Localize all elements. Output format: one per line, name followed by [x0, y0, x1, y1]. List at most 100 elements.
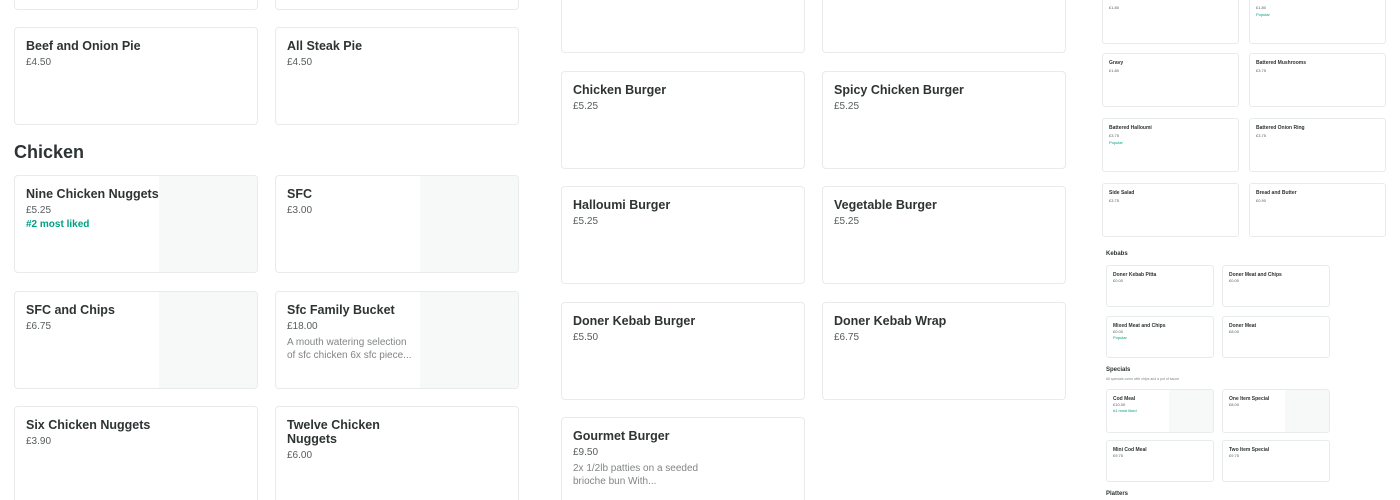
item-price: £3.75	[1256, 133, 1267, 138]
menu-item-cod-meal[interactable]: Cod Meal £10.00 #1 most liked	[1106, 389, 1214, 433]
menu-item-doner-kebab-pitta[interactable]: Doner Kebab Pitta £0.00	[1106, 265, 1214, 307]
item-name: Spicy Chicken Burger	[834, 83, 964, 97]
item-price: £3.75	[1256, 68, 1267, 73]
item-name: Beef and Onion Pie	[26, 39, 141, 53]
menu-item-mixed-meat-and-chips[interactable]: Mixed Meat and Chips £0.00 Popular	[1106, 316, 1214, 358]
menu-item-nine-chicken-nuggets[interactable]: Nine Chicken Nuggets £5.25 #2 most liked	[14, 175, 258, 273]
item-name: All Steak Pie	[287, 39, 363, 53]
menu-item-doner-kebab-burger[interactable]: Doner Kebab Burger £5.50	[561, 302, 805, 400]
menu-item-mini-cod-meal[interactable]: Mini Cod Meal £9.75	[1106, 440, 1214, 482]
popular-badge: Popular	[1113, 335, 1127, 340]
menu-item-one-item-special[interactable]: One Item Special £8.00	[1222, 389, 1330, 433]
menu-item-sfc-and-chips[interactable]: SFC and Chips £6.75	[14, 291, 258, 389]
section-subtitle-specials: All specials come with chips and a pot o…	[1106, 377, 1180, 381]
menu-item-doner-meat[interactable]: Doner Meat £8.00	[1222, 316, 1330, 358]
menu-card-top-left[interactable]	[561, 0, 805, 53]
item-name: Sfc Family Bucket	[287, 303, 395, 317]
item-price: £4.50	[287, 57, 313, 68]
most-liked-badge: #1 most liked	[1113, 408, 1137, 413]
menu-item-all-steak-pie[interactable]: All Steak Pie £4.50	[275, 27, 519, 125]
item-price: £6.00	[287, 450, 313, 461]
popular-badge: Popular	[1109, 140, 1123, 145]
item-price: £3.00	[287, 205, 313, 216]
menu-item-doner-kebab-wrap[interactable]: Doner Kebab Wrap £6.75	[822, 302, 1066, 400]
item-price: £9.75	[1113, 453, 1124, 458]
menu-item-bread-and-butter[interactable]: Bread and Butter £0.90	[1249, 183, 1386, 237]
item-price: £5.25	[834, 216, 860, 227]
menu-item-top-left[interactable]: £1.80	[1102, 0, 1239, 44]
menu-item-battered-mushrooms[interactable]: Battered Mushrooms £3.75	[1249, 53, 1386, 107]
menu-item-gourmet-burger[interactable]: Gourmet Burger £9.50 2x 1/2lb patties on…	[561, 417, 805, 500]
item-price: £0.00	[1113, 278, 1124, 283]
item-image	[1169, 390, 1213, 432]
menu-item-halloumi-burger[interactable]: Halloumi Burger £5.25	[561, 186, 805, 284]
menu-item-battered-onion-ring[interactable]: Battered Onion Ring £3.75	[1249, 118, 1386, 172]
item-name: Halloumi Burger	[573, 198, 671, 212]
item-price: £3.75	[1109, 198, 1120, 203]
item-price: £10.00	[1113, 402, 1126, 407]
item-description: A mouth watering selection of sfc chicke…	[287, 337, 412, 361]
menu-item-sfc[interactable]: SFC £3.00	[275, 175, 519, 273]
item-name: Side Salad	[1109, 190, 1135, 196]
menu-item-chicken-burger[interactable]: Chicken Burger £5.25	[561, 71, 805, 169]
item-name: SFC	[287, 187, 312, 201]
menu-item-vegetable-burger[interactable]: Vegetable Burger £5.25	[822, 186, 1066, 284]
item-price: £5.50	[573, 332, 599, 343]
item-price: £9.75	[1229, 453, 1240, 458]
item-image	[159, 176, 257, 272]
item-price: £6.75	[834, 332, 860, 343]
menu-item-six-chicken-nuggets[interactable]: Six Chicken Nuggets £3.90	[14, 406, 258, 500]
item-name: Nine Chicken Nuggets	[26, 187, 159, 201]
popular-badge: Popular	[1256, 12, 1270, 17]
item-price: £5.25	[573, 216, 599, 227]
item-name: Chicken Burger	[573, 83, 667, 97]
most-liked-badge: #2 most liked	[26, 219, 90, 230]
item-image	[159, 292, 257, 388]
item-price: £0.00	[1113, 329, 1124, 334]
menu-card-top-right[interactable]	[822, 0, 1066, 53]
item-price: £18.00	[287, 321, 318, 332]
item-price: £8.00	[1229, 402, 1240, 407]
menu-item-side-salad[interactable]: Side Salad £3.75	[1102, 183, 1239, 237]
item-image	[420, 176, 518, 272]
menu-item-sfc-family-bucket[interactable]: Sfc Family Bucket £18.00 A mouth waterin…	[275, 291, 519, 389]
item-price: £5.25	[573, 101, 599, 112]
section-title-specials: Specials	[1106, 367, 1131, 373]
menu-item-battered-halloumi[interactable]: Battered Halloumi £3.75 Popular	[1102, 118, 1239, 172]
menu-item-spicy-chicken-burger[interactable]: Spicy Chicken Burger £5.25	[822, 71, 1066, 169]
item-price: £0.00	[1229, 278, 1240, 283]
item-price: £1.80	[1109, 68, 1120, 73]
menu-card-top-left[interactable]	[14, 0, 258, 10]
item-price: £3.75	[1109, 133, 1120, 138]
item-name: Battered Mushrooms	[1256, 60, 1307, 66]
item-description: 2x 1/2lb patties on a seeded brioche bun…	[573, 463, 699, 487]
item-name: Vegetable Burger	[834, 198, 937, 212]
item-name: Six Chicken Nuggets	[26, 418, 151, 432]
item-name: Gravy	[1109, 60, 1124, 66]
item-price: £4.50	[26, 57, 52, 68]
item-price: £6.75	[26, 321, 52, 332]
item-price: £1.80	[1109, 5, 1120, 10]
item-price: £5.25	[834, 101, 860, 112]
item-price: £3.90	[26, 436, 52, 447]
menu-item-doner-meat-and-chips[interactable]: Doner Meat and Chips £0.00	[1222, 265, 1330, 307]
menu-item-top-right[interactable]: £1.80 Popular	[1249, 0, 1386, 44]
menu-item-gravy[interactable]: Gravy £1.80	[1102, 53, 1239, 107]
menu-item-beef-onion-pie[interactable]: Beef and Onion Pie £4.50	[14, 27, 258, 125]
menu-card-top-right[interactable]	[275, 0, 519, 10]
item-price: £9.50	[573, 447, 599, 458]
item-name: Doner Kebab Burger	[573, 314, 696, 328]
item-image	[420, 292, 518, 388]
item-name: Battered Halloumi	[1109, 125, 1152, 131]
section-title-platters: Platters	[1106, 491, 1129, 497]
item-name: Bread and Butter	[1256, 190, 1297, 196]
item-price: £0.90	[1256, 198, 1267, 203]
item-name: SFC and Chips	[26, 303, 115, 317]
section-title-kebabs: Kebabs	[1106, 251, 1128, 257]
item-name: Doner Kebab Wrap	[834, 314, 947, 328]
item-price: £5.25	[26, 205, 52, 216]
menu-item-twelve-chicken-nuggets[interactable]: Twelve Chicken Nuggets £6.00	[275, 406, 519, 500]
item-name: Twelve Chicken Nuggets	[287, 418, 380, 446]
item-image	[1285, 390, 1329, 432]
menu-item-two-item-special[interactable]: Two Item Special £9.75	[1222, 440, 1330, 482]
